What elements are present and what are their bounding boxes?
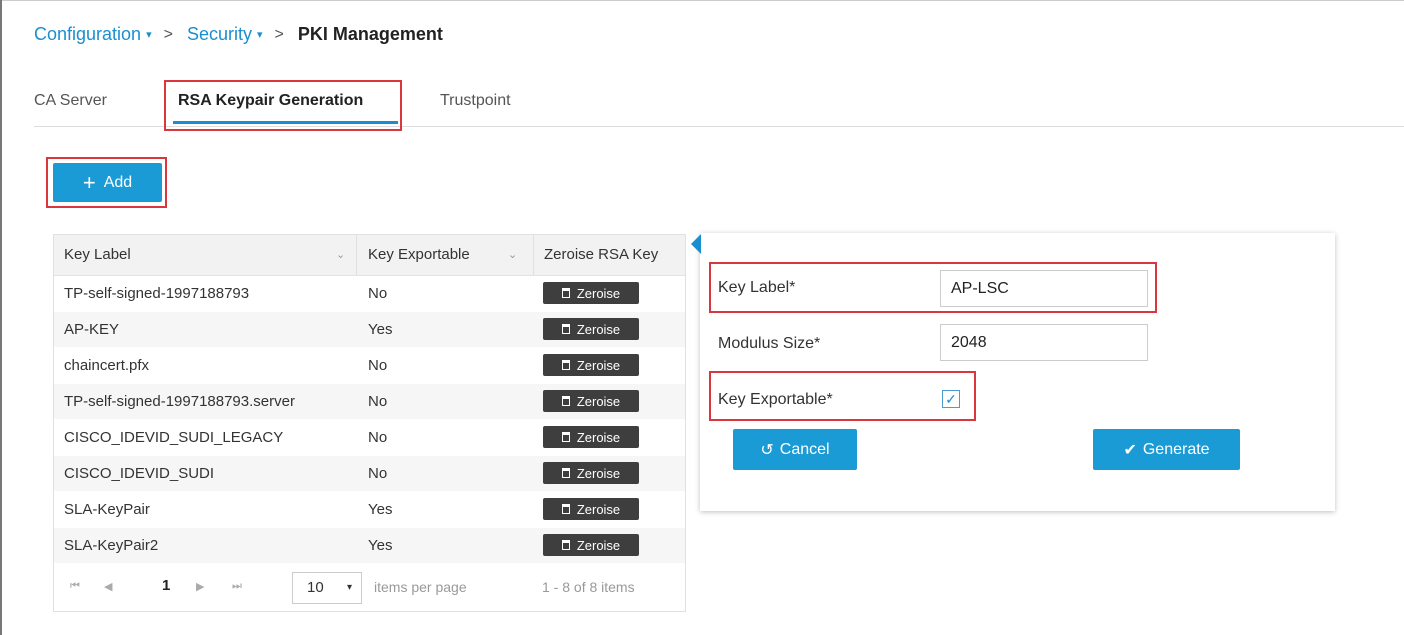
top-border — [0, 0, 1404, 1]
exportable-cell: No — [368, 357, 388, 374]
tab-ca-server[interactable]: CA Server — [34, 92, 107, 110]
key-label-cell: TP-self-signed-1997188793 — [64, 285, 250, 302]
chevron-down-icon[interactable]: ▾ — [257, 28, 263, 41]
table-row: SLA-KeyPair2 Yes Zeroise — [54, 528, 685, 563]
zeroise-button[interactable]: Zeroise — [543, 354, 639, 376]
column-divider — [356, 235, 357, 275]
column-header-zeroise: Zeroise RSA Key — [544, 246, 659, 263]
chevron-down-icon[interactable]: ▾ — [146, 28, 152, 41]
zeroise-button[interactable]: Zeroise — [543, 534, 639, 556]
checkmark-icon: ✓ — [945, 391, 957, 407]
key-label-cell: TP-self-signed-1997188793.server — [64, 393, 295, 410]
table-body: TP-self-signed-1997188793 No Zeroise AP-… — [54, 276, 685, 564]
tab-trustpoint[interactable]: Trustpoint — [440, 92, 511, 110]
prev-page-icon[interactable]: ◀ — [104, 580, 112, 593]
keypair-table: Key Label ⌄ Key Exportable ⌄ Zeroise RSA… — [53, 234, 686, 612]
last-page-icon[interactable]: ⏭ — [232, 580, 242, 593]
zeroise-button[interactable]: Zeroise — [543, 318, 639, 340]
sort-icon[interactable]: ⌄ — [336, 235, 345, 275]
breadcrumb: Configuration ▾ > Security ▾ > PKI Manag… — [34, 24, 443, 45]
modulus-size-label: Modulus Size* — [718, 335, 821, 352]
column-header-key-exportable[interactable]: Key Exportable ⌄ — [368, 235, 528, 275]
trash-icon — [561, 324, 570, 334]
generate-button[interactable]: ✔ Generate — [1093, 429, 1240, 470]
trash-icon — [561, 396, 570, 406]
next-page-icon[interactable]: ▶ — [196, 580, 204, 593]
add-button[interactable]: + Add — [53, 163, 162, 202]
zeroise-button[interactable]: Zeroise — [543, 390, 639, 412]
table-row: SLA-KeyPair Yes Zeroise — [54, 492, 685, 527]
first-page-icon[interactable]: ⏮ — [70, 580, 80, 593]
exportable-cell: No — [368, 285, 388, 302]
key-label-cell: chaincert.pfx — [64, 357, 150, 374]
zeroise-button[interactable]: Zeroise — [543, 426, 639, 448]
key-label-cell: SLA-KeyPair — [64, 501, 150, 518]
key-label-cell: CISCO_IDEVID_SUDI — [64, 465, 215, 482]
modulus-size-input[interactable] — [940, 324, 1148, 361]
trash-icon — [561, 360, 570, 370]
column-header-key-label[interactable]: Key Label ⌄ — [64, 235, 354, 275]
exportable-cell: Yes — [368, 537, 393, 554]
key-label-cell: CISCO_IDEVID_SUDI_LEGACY — [64, 429, 284, 446]
breadcrumb-security[interactable]: Security — [187, 24, 252, 45]
table-row: AP-KEY Yes Zeroise — [54, 312, 685, 347]
table-header: Key Label ⌄ Key Exportable ⌄ Zeroise RSA… — [54, 235, 685, 276]
per-page-label: items per page — [374, 579, 467, 595]
range-label: 1 - 8 of 8 items — [542, 579, 635, 595]
checkmark-icon: ✔ — [1123, 441, 1137, 459]
zeroise-button[interactable]: Zeroise — [543, 282, 639, 304]
trash-icon — [561, 504, 570, 514]
cancel-button[interactable]: ↺ Cancel — [733, 429, 857, 470]
chevron-down-icon: ▾ — [346, 582, 352, 593]
trash-icon — [561, 288, 570, 298]
table-row: TP-self-signed-1997188793 No Zeroise — [54, 276, 685, 311]
trash-icon — [561, 468, 570, 478]
key-exportable-label: Key Exportable* — [718, 391, 833, 408]
key-label-input[interactable] — [940, 270, 1148, 307]
key-label-label: Key Label* — [718, 279, 796, 296]
zeroise-button[interactable]: Zeroise — [543, 498, 639, 520]
table-row: chaincert.pfx No Zeroise — [54, 348, 685, 383]
highlight-box-tab — [164, 80, 402, 131]
trash-icon — [561, 432, 570, 442]
exportable-cell: Yes — [368, 321, 393, 338]
panel-pointer — [691, 234, 701, 254]
undo-icon: ↺ — [760, 441, 774, 459]
add-keypair-panel: Key Label* Modulus Size* Key Exportable*… — [691, 233, 1335, 511]
left-border — [0, 0, 2, 635]
trash-icon — [561, 540, 570, 550]
breadcrumb-separator: > — [163, 25, 173, 43]
exportable-cell: No — [368, 465, 388, 482]
sort-icon[interactable]: ⌄ — [508, 235, 517, 275]
exportable-cell: No — [368, 429, 388, 446]
table-row: TP-self-signed-1997188793.server No Zero… — [54, 384, 685, 419]
key-exportable-checkbox[interactable]: ✓ — [942, 390, 960, 408]
page-size-select[interactable]: 10 ▾ — [292, 572, 362, 604]
column-divider — [533, 235, 534, 275]
table-row: CISCO_IDEVID_SUDI No Zeroise — [54, 456, 685, 491]
add-button-label: Add — [103, 173, 133, 191]
page-title: PKI Management — [297, 24, 443, 44]
table-row: CISCO_IDEVID_SUDI_LEGACY No Zeroise — [54, 420, 685, 455]
key-label-cell: AP-KEY — [64, 321, 120, 338]
current-page[interactable]: 1 — [162, 577, 170, 594]
plus-icon: + — [82, 169, 96, 195]
pager: ⏮ ◀ 1 ▶ ⏭ 10 ▾ items per page 1 - 8 of 8… — [54, 564, 685, 612]
breadcrumb-configuration[interactable]: Configuration — [34, 24, 141, 45]
key-label-cell: SLA-KeyPair2 — [64, 537, 159, 554]
breadcrumb-separator: > — [274, 25, 284, 43]
zeroise-button[interactable]: Zeroise — [543, 462, 639, 484]
exportable-cell: No — [368, 393, 388, 410]
exportable-cell: Yes — [368, 501, 393, 518]
